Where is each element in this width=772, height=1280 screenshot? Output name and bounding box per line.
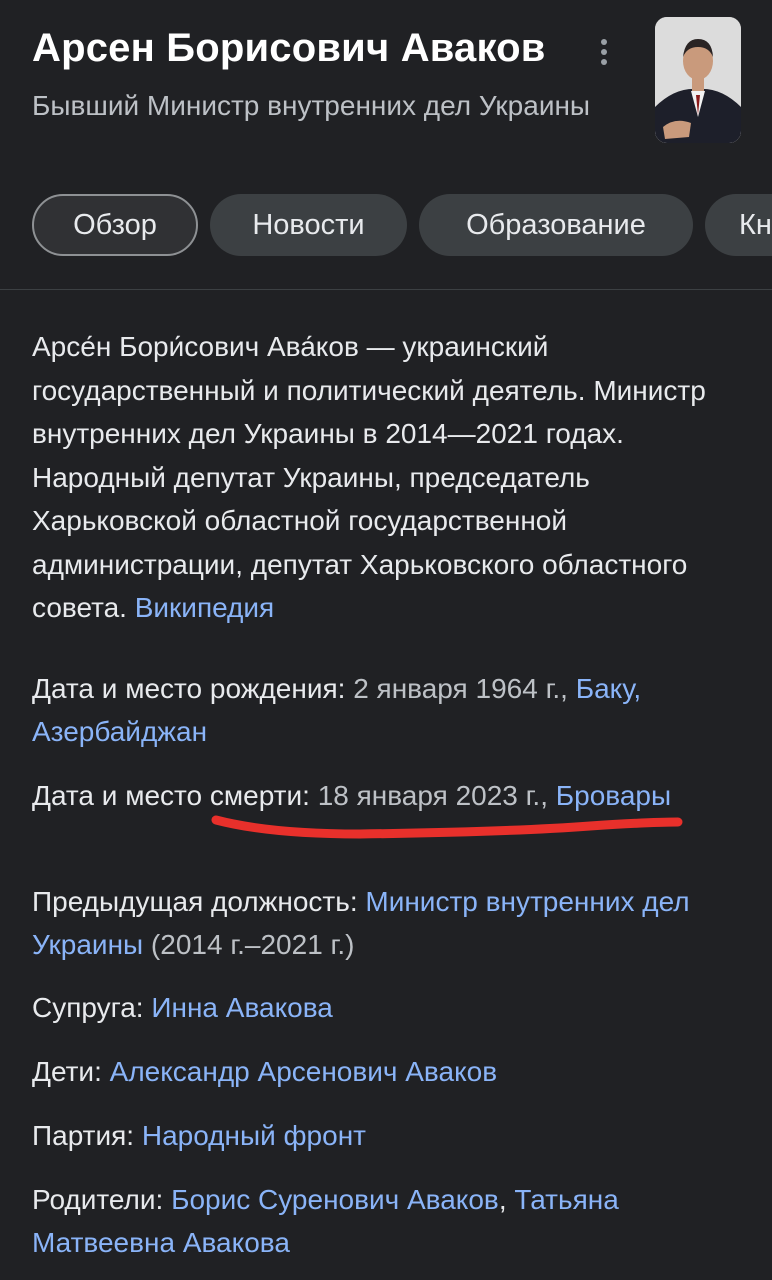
fact-children: Дети: Александр Арсенович Аваков <box>32 1050 742 1093</box>
tab-bar: Обзор Новости Образование Кн <box>32 194 772 260</box>
fact-value: (2014 г.–2021 г.) <box>143 929 355 960</box>
fact-label: Родители: <box>32 1184 172 1215</box>
tab-education[interactable]: Образование <box>419 194 693 256</box>
fact-label: Предыдущая должность: <box>32 886 366 917</box>
more-vert-icon-dot <box>601 49 607 55</box>
deathplace-link[interactable]: Бровары <box>556 780 671 811</box>
portrait-image <box>655 17 741 143</box>
wikipedia-link[interactable]: Википедия <box>135 592 274 623</box>
description-text: Арсе́н Бори́сович Ава́ков — украинский г… <box>32 331 706 623</box>
fact-birth: Дата и место рождения: 2 января 1964 г.,… <box>32 667 742 753</box>
fact-label: Супруга: <box>32 992 152 1023</box>
entity-subtitle: Бывший Министр внутренних дел Украины <box>32 90 591 121</box>
more-vert-icon-dot <box>601 59 607 65</box>
fact-death: Дата и место смерти: 18 января 2023 г., … <box>32 774 742 817</box>
spouse-link[interactable]: Инна Авакова <box>151 992 332 1023</box>
tab-news[interactable]: Новости <box>210 194 407 256</box>
fact-value: 18 января 2023 г., <box>317 780 556 811</box>
more-options-button[interactable] <box>588 30 620 74</box>
entity-description: Арсе́н Бори́сович Ава́ков — украинский г… <box>32 325 732 630</box>
entity-photo[interactable] <box>655 17 741 143</box>
fact-parents: Родители: Борис Суренович Аваков, Татьян… <box>32 1178 742 1264</box>
more-vert-icon <box>601 39 607 45</box>
header-divider <box>0 289 772 290</box>
fact-value: 2 января 1964 г., <box>353 673 576 704</box>
fact-label: Дети: <box>32 1056 110 1087</box>
fact-spouse: Супруга: Инна Авакова <box>32 986 742 1029</box>
knowledge-panel-header: Арсен Борисович Аваков Бывший Министр вн… <box>0 0 772 290</box>
fact-label: Партия: <box>32 1120 142 1151</box>
fact-label: Дата и место рождения: <box>32 673 354 704</box>
fact-separator: , <box>498 1184 515 1215</box>
tab-overview[interactable]: Обзор <box>32 194 198 256</box>
party-link[interactable]: Народный фронт <box>142 1120 366 1151</box>
child-link[interactable]: Александр Арсенович Аваков <box>110 1056 497 1087</box>
father-link[interactable]: Борис Суренович Аваков <box>171 1184 499 1215</box>
fact-label: Дата и место смерти: <box>32 780 318 811</box>
fact-previous-position: Предыдущая должность: Министр внутренних… <box>32 880 742 966</box>
tab-books[interactable]: Кн <box>705 194 772 256</box>
fact-party: Партия: Народный фронт <box>32 1114 742 1157</box>
entity-title: Арсен Борисович Аваков <box>32 26 546 70</box>
